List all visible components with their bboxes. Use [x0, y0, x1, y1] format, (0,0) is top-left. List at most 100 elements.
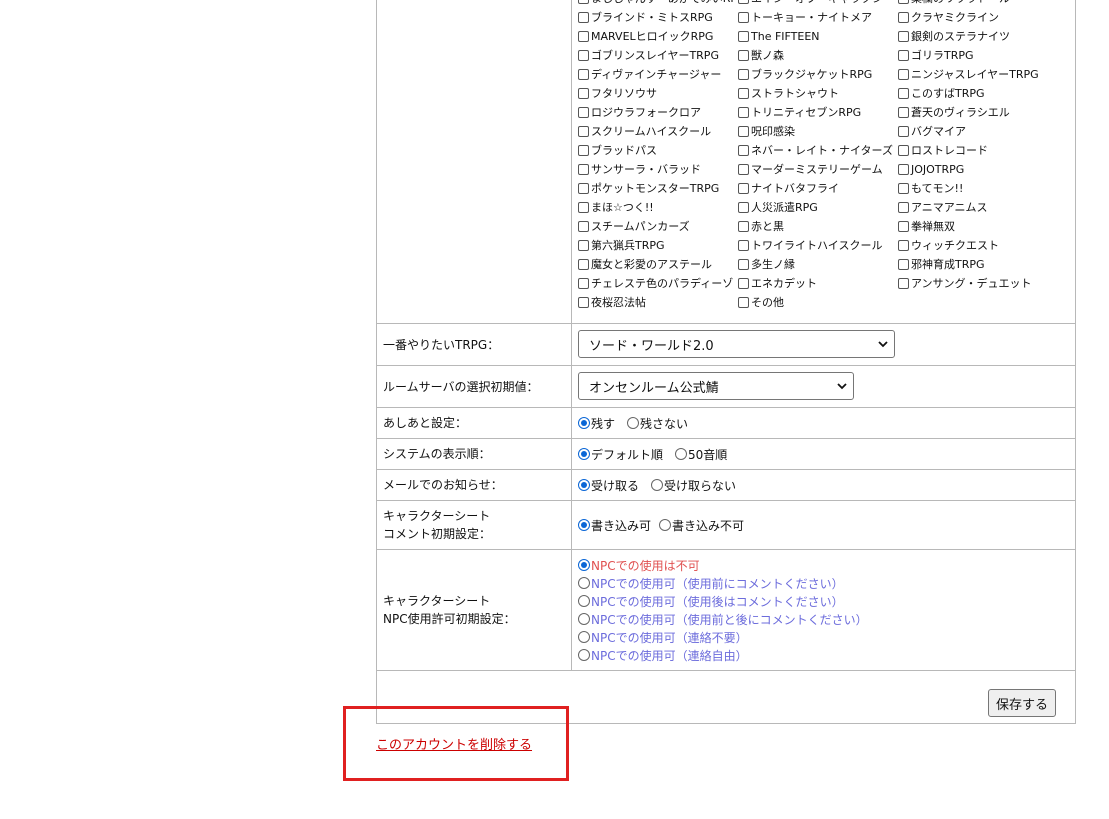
system-checkbox-item[interactable]: MARVELヒロイックRPG — [578, 27, 713, 46]
system-checkbox-item[interactable]: ポケットモンスターTRPG — [578, 179, 719, 198]
checkbox[interactable] — [578, 69, 589, 80]
system-checkbox-item[interactable]: このすばTRPG — [898, 84, 985, 103]
checkbox[interactable] — [738, 31, 749, 42]
system-checkbox-item[interactable]: ブラックジャケットRPG — [738, 65, 872, 84]
checkbox[interactable] — [898, 107, 909, 118]
system-checkbox-item[interactable]: 多生ノ縁 — [738, 255, 795, 274]
npc-permission-radio[interactable] — [578, 613, 590, 625]
system-checkbox-item[interactable]: ニンジャスレイヤーTRPG — [898, 65, 1039, 84]
system-checkbox-item[interactable]: その他 — [738, 293, 784, 312]
checkbox[interactable] — [578, 31, 589, 42]
system-checkbox-item[interactable]: スチームパンカーズ — [578, 217, 690, 236]
checkbox[interactable] — [898, 0, 909, 4]
system-checkbox-item[interactable]: 人災派遣RPG — [738, 198, 818, 217]
fav-trpg-select[interactable]: ソード・ワールド2.0 — [578, 330, 895, 358]
checkbox[interactable] — [578, 126, 589, 137]
checkbox[interactable] — [898, 240, 909, 251]
checkbox[interactable] — [578, 202, 589, 213]
checkbox[interactable] — [738, 12, 749, 23]
system-checkbox-item[interactable]: ロジウラフォークロア — [578, 103, 701, 122]
npc-permission-radio[interactable] — [578, 577, 590, 589]
checkbox[interactable] — [578, 12, 589, 23]
system-checkbox-item[interactable]: 薬欄のリワラドール — [898, 0, 1010, 8]
system-checkbox-item[interactable]: ディヴァインチャージャー — [578, 65, 721, 84]
checkbox[interactable] — [738, 88, 749, 99]
npc-permission-option[interactable]: NPCでの使用可（使用後はコメントください） — [578, 592, 868, 610]
system-checkbox-item[interactable]: ブラインド・ミトスRPG — [578, 8, 713, 27]
checkbox[interactable] — [738, 0, 749, 4]
checkbox[interactable] — [578, 145, 589, 156]
delete-account-link[interactable]: このアカウントを削除する — [376, 734, 532, 753]
system-checkbox-item[interactable]: バグマイア — [898, 122, 966, 141]
comment-disallowed-radio[interactable] — [659, 519, 672, 531]
system-checkbox-item[interactable]: アンサング・デュエット — [898, 274, 1032, 293]
checkbox[interactable] — [898, 88, 909, 99]
checkbox[interactable] — [898, 202, 909, 213]
system-checkbox-item[interactable]: エイン・オブ・ギャラクシー — [738, 0, 894, 8]
system-checkbox-item[interactable]: ウィッチクエスト — [898, 236, 999, 255]
checkbox[interactable] — [578, 240, 589, 251]
npc-permission-option[interactable]: NPCでの使用可（使用前と後にコメントください） — [578, 610, 868, 628]
checkbox[interactable] — [578, 164, 589, 175]
system-checkbox-item[interactable]: 夜桜忍法帖 — [578, 293, 646, 312]
checkbox[interactable] — [578, 183, 589, 194]
checkbox[interactable] — [898, 50, 909, 61]
checkbox[interactable] — [578, 278, 589, 289]
checkbox[interactable] — [738, 240, 749, 251]
system-checkbox-item[interactable]: まほ☆つく!! — [578, 198, 654, 217]
system-checkbox-item[interactable]: ネバー・レイト・ナイターズ — [738, 141, 893, 160]
checkbox[interactable] — [738, 183, 749, 194]
system-checkbox-item[interactable]: 邪神育成TRPG — [898, 255, 985, 274]
npc-permission-option[interactable]: NPCでの使用は不可 — [578, 556, 868, 574]
system-checkbox-item[interactable]: ゴブリンスレイヤーTRPG — [578, 46, 719, 65]
checkbox[interactable] — [738, 145, 749, 156]
system-checkbox-item[interactable]: 呪印感染 — [738, 122, 795, 141]
checkbox[interactable] — [578, 50, 589, 61]
checkbox[interactable] — [578, 259, 589, 270]
checkbox[interactable] — [898, 12, 909, 23]
checkbox[interactable] — [738, 259, 749, 270]
checkbox[interactable] — [738, 164, 749, 175]
save-button[interactable]: 保存する — [987, 689, 1056, 717]
footprint-dont-keep-radio[interactable] — [627, 417, 640, 429]
npc-permission-option[interactable]: NPCでの使用可（連絡自由） — [578, 646, 868, 664]
system-checkbox-item[interactable]: ブラッドパス — [578, 141, 657, 160]
system-checkbox-item[interactable]: トリニティセブンRPG — [738, 103, 861, 122]
checkbox[interactable] — [578, 297, 589, 308]
system-checkbox-item[interactable]: 赤と黒 — [738, 217, 784, 236]
checkbox[interactable] — [738, 202, 749, 213]
system-checkbox-item[interactable]: トーキョー・ナイトメア — [738, 8, 872, 27]
checkbox[interactable] — [898, 31, 909, 42]
checkbox[interactable] — [578, 0, 589, 4]
mail-no-receive-radio[interactable] — [651, 479, 664, 491]
checkbox[interactable] — [898, 183, 909, 194]
system-order-kana-radio[interactable] — [675, 448, 688, 460]
system-checkbox-item[interactable]: クラヤミクライン — [898, 8, 999, 27]
room-server-select[interactable]: オンセンルーム公式鯖 — [578, 372, 854, 400]
system-checkbox-item[interactable]: マーダーミステリーゲーム — [738, 160, 883, 179]
npc-permission-radio[interactable] — [578, 649, 590, 661]
checkbox[interactable] — [898, 278, 909, 289]
system-checkbox-item[interactable]: ストラトシャウト — [738, 84, 839, 103]
npc-permission-option[interactable]: NPCでの使用可（連絡不要） — [578, 628, 868, 646]
system-order-default-radio[interactable] — [578, 448, 590, 460]
checkbox[interactable] — [738, 278, 749, 289]
system-checkbox-item[interactable]: チェレステ色のパラディーゾ — [578, 274, 733, 293]
checkbox[interactable] — [578, 221, 589, 232]
checkbox[interactable] — [578, 88, 589, 99]
system-checkbox-item[interactable]: サンサーラ・バラッド — [578, 160, 701, 179]
checkbox[interactable] — [898, 221, 909, 232]
checkbox[interactable] — [898, 145, 909, 156]
system-checkbox-item[interactable]: ゴリラTRPG — [898, 46, 974, 65]
checkbox[interactable] — [898, 259, 909, 270]
system-checkbox-item[interactable]: 魔女と彩愛のアステール — [578, 255, 712, 274]
system-checkbox-item[interactable]: 獣ノ森 — [738, 46, 784, 65]
system-checkbox-item[interactable]: フタリソウサ — [578, 84, 657, 103]
comment-allowed-radio[interactable] — [578, 519, 590, 531]
system-checkbox-item[interactable]: JOJOTRPG — [898, 160, 964, 179]
system-checkbox-item[interactable]: もてモン!! — [898, 179, 963, 198]
system-checkbox-item[interactable]: ましじゃんす・あかでみいRPG — [578, 0, 746, 8]
checkbox[interactable] — [738, 126, 749, 137]
system-checkbox-item[interactable]: アニマアニムス — [898, 198, 988, 217]
checkbox[interactable] — [578, 107, 589, 118]
